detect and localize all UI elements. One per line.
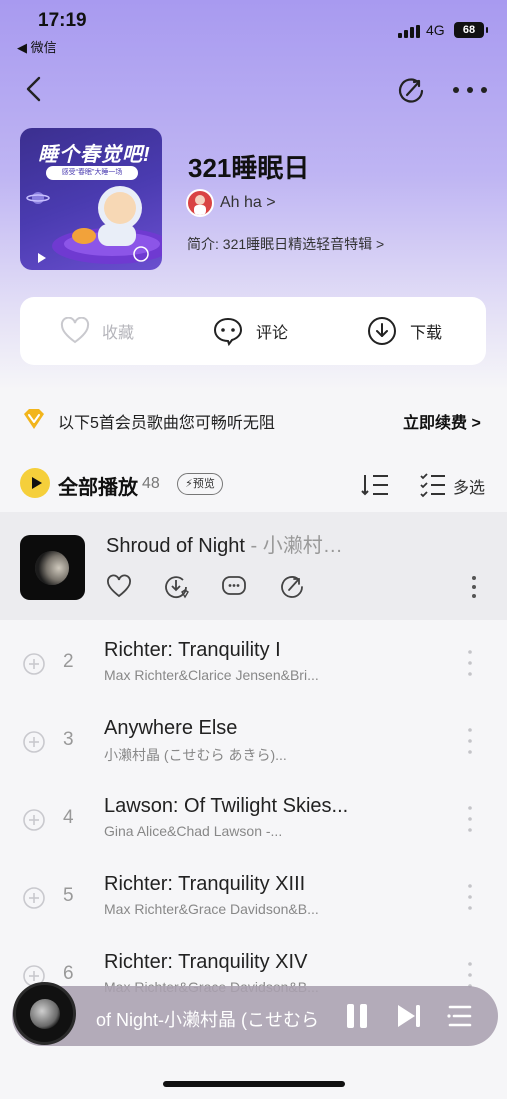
next-track-icon[interactable]: [396, 1003, 422, 1029]
home-indicator: [163, 1081, 345, 1087]
share-icon[interactable]: [279, 574, 305, 600]
cover-illustration: [26, 186, 162, 264]
current-song-separator: -: [244, 535, 263, 557]
song-count: 48: [142, 475, 160, 492]
song-number: 4: [63, 807, 74, 828]
battery-icon: 68: [454, 22, 488, 38]
current-song-row[interactable]: Shroud of Night - 小濑村…: [0, 512, 507, 620]
song-artist: 小濑村晶 (こせむら あきら)...: [104, 747, 287, 763]
current-song-name: Shroud of Night: [106, 535, 245, 557]
network-type: 4G: [426, 22, 445, 38]
download-vip-icon[interactable]: [163, 574, 189, 600]
comment-icon: [213, 317, 243, 346]
song-artist: Max Richter&Grace Davidson&B...: [104, 901, 319, 917]
download-label: 下载: [410, 325, 443, 342]
song-number: 5: [63, 885, 74, 906]
song-title: Richter: Tranquility XIV: [104, 951, 308, 973]
add-icon[interactable]: [22, 808, 46, 832]
song-number: 3: [63, 729, 74, 750]
sort-icon[interactable]: [360, 472, 390, 498]
download-icon: [368, 317, 396, 345]
creator-avatar[interactable]: [186, 189, 214, 217]
signal-icon: [398, 25, 420, 38]
add-icon[interactable]: [22, 730, 46, 754]
download-button[interactable]: 下载: [366, 297, 442, 365]
play-all-label[interactable]: 全部播放: [58, 471, 138, 500]
preview-badge[interactable]: ⚡预览: [177, 473, 223, 495]
share-icon[interactable]: [396, 76, 426, 106]
song-number: 2: [63, 651, 74, 672]
like-icon[interactable]: [106, 574, 132, 600]
add-icon[interactable]: [22, 886, 46, 910]
player-disc-art[interactable]: [13, 982, 76, 1045]
playlist-queue-icon[interactable]: [446, 1003, 472, 1029]
song-title: Richter: Tranquility XIII: [104, 873, 306, 895]
song-title: Lawson: Of Twilight Skies...: [104, 795, 349, 817]
play-all-icon[interactable]: [20, 468, 50, 498]
vip-diamond-icon: [24, 409, 44, 429]
song-row[interactable]: 3 Anywhere Else 小濑村晶 (こせむら あきら)...: [0, 708, 507, 786]
status-bar: 17:19 ◀ 微信 4G 68: [0, 0, 507, 60]
vip-text: 以下5首会员歌曲您可畅听无阻: [58, 415, 275, 432]
add-icon[interactable]: [22, 652, 46, 676]
pause-icon[interactable]: [345, 1003, 369, 1029]
action-card: 收藏 评论 下载: [20, 297, 486, 365]
more-icon[interactable]: [450, 78, 490, 102]
song-title: Anywhere Else: [104, 717, 238, 739]
song-row[interactable]: 2 Richter: Tranquility I Max Richter&Cla…: [0, 630, 507, 708]
comment-button[interactable]: 评论: [212, 297, 288, 365]
song-title: Richter: Tranquility I: [104, 639, 281, 661]
collect-label: 收藏: [102, 325, 135, 342]
playlist-cover[interactable]: 睡个春觉吧! 感受“春眠”大睡一场: [20, 128, 162, 270]
current-song-title: Shroud of Night - 小濑村…: [106, 529, 343, 558]
playlist-intro-link[interactable]: 简介: 321睡眠日精选轻音特辑 >: [187, 234, 384, 254]
back-to-wechat-link[interactable]: ◀ 微信: [17, 37, 57, 56]
comment-icon[interactable]: [221, 574, 247, 600]
creator-name-link[interactable]: Ah ha >: [220, 194, 276, 212]
song-artist: Max Richter&Clarice Jensen&Bri...: [104, 667, 319, 683]
more-vertical-icon[interactable]: [465, 648, 475, 678]
playlist-title: 321睡眠日: [188, 153, 310, 183]
play-all-row: 全部播放 48 ⚡预览 多选: [0, 462, 507, 506]
current-song-artist: 小濑村…: [262, 535, 343, 557]
more-vertical-icon[interactable]: [465, 726, 475, 756]
multi-select-label[interactable]: 多选: [453, 474, 485, 498]
song-artist: Gina Alice&Chad Lawson -...: [104, 823, 283, 839]
song-number: 6: [63, 963, 74, 984]
more-vertical-icon[interactable]: [461, 574, 487, 600]
current-song-art: [20, 535, 85, 600]
song-row[interactable]: 4 Lawson: Of Twilight Skies... Gina Alic…: [0, 786, 507, 864]
heart-icon: [60, 317, 90, 344]
now-playing-text[interactable]: of Night-小濑村晶 (こせむら: [96, 1006, 320, 1032]
status-time: 17:19: [38, 10, 87, 31]
collect-button[interactable]: 收藏: [60, 297, 134, 365]
comment-label: 评论: [256, 325, 289, 342]
more-vertical-icon[interactable]: [465, 882, 475, 912]
renew-link[interactable]: 立即续费 >: [403, 409, 481, 433]
vip-banner[interactable]: 以下5首会员歌曲您可畅听无阻 立即续费 >: [0, 398, 507, 438]
back-icon[interactable]: [20, 74, 50, 104]
song-row[interactable]: 5 Richter: Tranquility XIII Max Richter&…: [0, 864, 507, 942]
more-vertical-icon[interactable]: [465, 804, 475, 834]
multi-select-icon[interactable]: [420, 472, 446, 498]
